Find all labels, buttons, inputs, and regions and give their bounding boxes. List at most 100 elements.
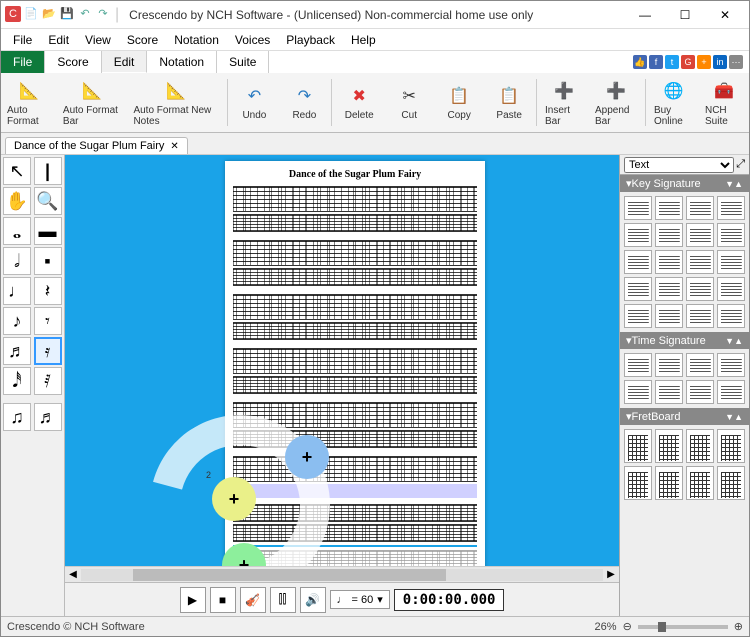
auto-format-bar-button[interactable]: 📐Auto Format Bar xyxy=(57,75,128,130)
key-sig-cell[interactable] xyxy=(655,277,683,301)
time-sig-cell[interactable] xyxy=(624,380,652,404)
radial-menu[interactable]: + + 2 + 3 ♪ xyxy=(150,415,350,566)
panel-expand-icon[interactable]: ⤢ xyxy=(736,158,745,171)
key-sig-cell[interactable] xyxy=(655,304,683,328)
auto-format-new-button[interactable]: 📐Auto Format New Notes xyxy=(127,75,224,130)
more-icon[interactable]: ⋯ xyxy=(729,55,743,69)
half-rest-tool[interactable]: ▪ xyxy=(34,247,62,275)
delete-button[interactable]: ✖Delete xyxy=(334,75,384,130)
facebook-icon[interactable]: f xyxy=(649,55,663,69)
fret-cell[interactable] xyxy=(624,429,652,463)
instrument-button[interactable]: 🎻 xyxy=(240,587,266,613)
insert-bar-button[interactable]: ➕Insert Bar xyxy=(539,75,589,130)
tab-edit[interactable]: Edit xyxy=(102,51,148,73)
zoom-out-icon[interactable]: ⊖ xyxy=(623,620,632,633)
half-note-tool[interactable]: 𝅗𝅥 xyxy=(3,247,31,275)
menu-playback[interactable]: Playback xyxy=(278,31,343,49)
fret-cell[interactable] xyxy=(686,429,714,463)
key-sig-cell[interactable] xyxy=(717,277,745,301)
key-sig-cell[interactable] xyxy=(717,196,745,220)
copy-button[interactable]: 📋Copy xyxy=(434,75,484,130)
key-sig-cell[interactable] xyxy=(717,250,745,274)
beam-sixteenth-tool[interactable]: ♬ xyxy=(34,403,62,431)
key-sig-cell[interactable] xyxy=(655,196,683,220)
menu-view[interactable]: View xyxy=(77,31,119,49)
time-sig-cell[interactable] xyxy=(655,353,683,377)
save-icon[interactable]: 💾 xyxy=(59,6,75,22)
key-sig-cell[interactable] xyxy=(686,223,714,247)
sixteenth-rest-tool[interactable]: 𝄿 xyxy=(34,337,62,365)
fret-cell[interactable] xyxy=(717,429,745,463)
like-icon[interactable]: 👍 xyxy=(633,55,647,69)
maximize-button[interactable]: ☐ xyxy=(665,2,705,28)
thirtysecond-note-tool[interactable]: 𝅘𝅥𝅰 xyxy=(3,367,31,395)
menu-voices[interactable]: Voices xyxy=(227,31,278,49)
radial-bubble-yellow[interactable]: + xyxy=(212,477,256,521)
append-bar-button[interactable]: ➕Append Bar xyxy=(589,75,643,130)
fret-cell[interactable] xyxy=(686,466,714,500)
tab-notation[interactable]: Notation xyxy=(147,51,217,73)
tab-file[interactable]: File xyxy=(1,51,45,73)
section-time-signature[interactable]: ▾ Time Signature▼▲ xyxy=(620,332,749,349)
close-button[interactable]: ✕ xyxy=(705,2,745,28)
time-sig-cell[interactable] xyxy=(717,353,745,377)
menu-edit[interactable]: Edit xyxy=(40,31,77,49)
menu-file[interactable]: File xyxy=(5,31,40,49)
barline-tool[interactable]: | xyxy=(34,157,62,185)
key-sig-cell[interactable] xyxy=(686,304,714,328)
section-key-signature[interactable]: ▾ Key Signature▼▲ xyxy=(620,175,749,192)
quarter-note-tool[interactable]: ♩ xyxy=(3,277,31,305)
section-fretboard[interactable]: ▾ FretBoard▼▲ xyxy=(620,408,749,425)
menu-score[interactable]: Score xyxy=(119,31,166,49)
hand-tool[interactable]: ✋ xyxy=(3,187,31,215)
sound-button[interactable]: 🔊 xyxy=(300,587,326,613)
quarter-rest-tool[interactable]: 𝄽 xyxy=(34,277,62,305)
zoom-tool[interactable]: 🔍 xyxy=(34,187,62,215)
undo-button[interactable]: ↶Undo xyxy=(229,75,279,130)
linkedin-icon[interactable]: in xyxy=(713,55,727,69)
sixteenth-note-tool[interactable]: ♬ xyxy=(3,337,31,365)
tab-score[interactable]: Score xyxy=(45,51,101,73)
key-sig-cell[interactable] xyxy=(624,250,652,274)
scroll-thumb[interactable] xyxy=(133,569,446,581)
key-sig-cell[interactable] xyxy=(686,277,714,301)
beam-eighth-tool[interactable]: ♫ xyxy=(3,403,31,431)
eighth-rest-tool[interactable]: 𝄾 xyxy=(34,307,62,335)
cut-button[interactable]: ✂Cut xyxy=(384,75,434,130)
key-sig-cell[interactable] xyxy=(624,196,652,220)
twitter-icon[interactable]: t xyxy=(665,55,679,69)
google-icon[interactable]: G xyxy=(681,55,695,69)
new-icon[interactable]: 📄 xyxy=(23,6,39,22)
auto-format-button[interactable]: 📐Auto Format xyxy=(1,75,57,130)
key-sig-cell[interactable] xyxy=(655,250,683,274)
document-tab[interactable]: Dance of the Sugar Plum Fairy ✕ xyxy=(5,137,188,154)
menu-notation[interactable]: Notation xyxy=(166,31,227,49)
play-button[interactable]: ▶ xyxy=(180,587,206,613)
key-sig-cell[interactable] xyxy=(717,304,745,328)
time-sig-cell[interactable] xyxy=(686,380,714,404)
fret-cell[interactable] xyxy=(717,466,745,500)
zoom-in-icon[interactable]: ⊕ xyxy=(734,620,743,633)
radial-bubble-blue[interactable]: + xyxy=(285,435,329,479)
stop-button[interactable]: ■ xyxy=(210,587,236,613)
buy-online-button[interactable]: 🌐Buy Online xyxy=(648,75,699,130)
scroll-left-icon[interactable]: ◀ xyxy=(65,569,81,580)
menu-help[interactable]: Help xyxy=(343,31,384,49)
whole-rest-tool[interactable]: ▬ xyxy=(34,217,62,245)
pointer-tool[interactable]: ↖ xyxy=(3,157,31,185)
key-sig-cell[interactable] xyxy=(717,223,745,247)
key-sig-cell[interactable] xyxy=(624,277,652,301)
key-sig-cell[interactable] xyxy=(686,250,714,274)
h-scrollbar[interactable]: ◀ ▶ xyxy=(65,566,619,582)
zoom-slider[interactable] xyxy=(638,625,728,629)
close-tab-icon[interactable]: ✕ xyxy=(170,141,178,152)
panel-selector-dropdown[interactable]: Text xyxy=(624,157,734,173)
key-sig-cell[interactable] xyxy=(655,223,683,247)
share-icon[interactable]: + xyxy=(697,55,711,69)
scroll-right-icon[interactable]: ▶ xyxy=(603,569,619,580)
time-sig-cell[interactable] xyxy=(624,353,652,377)
key-sig-cell[interactable] xyxy=(624,304,652,328)
thirtysecond-rest-tool[interactable]: 𝅀 xyxy=(34,367,62,395)
panel-selector[interactable]: Text ⤢ xyxy=(620,155,749,175)
key-sig-cell[interactable] xyxy=(624,223,652,247)
